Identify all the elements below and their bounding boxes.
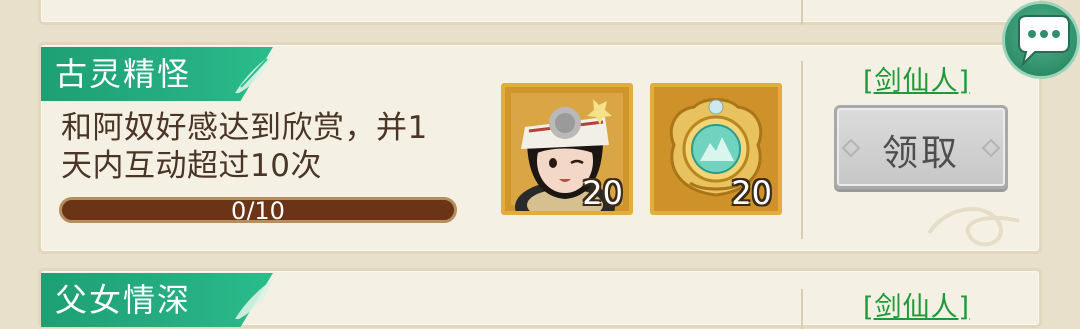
- progress-text: 0/10: [231, 197, 285, 223]
- quest-card: 古灵精怪 和阿奴好感达到欣赏，并1 天内互动超过10次 0/10 20 20 […: [38, 42, 1042, 254]
- quest-description-line: 和阿奴好感达到欣赏，并1: [61, 110, 428, 146]
- quest-card-next: 父女情深 [剑仙人]: [38, 268, 1042, 329]
- reward-item[interactable]: 20: [501, 83, 633, 215]
- leaf-decoration-icon: [235, 279, 273, 319]
- claim-button-label: 领取: [881, 133, 960, 174]
- card-divider: [801, 289, 803, 329]
- quest-progress-bar: 0/10: [59, 197, 457, 223]
- quest-description-line: 天内互动超过10次: [61, 148, 322, 184]
- quest-description: 和阿奴好感达到欣赏，并1 天内互动超过10次: [61, 109, 491, 185]
- reward-count: 20: [582, 174, 623, 212]
- reward-item[interactable]: 20: [650, 83, 782, 215]
- claim-button[interactable]: 领取: [834, 105, 1008, 189]
- source-link[interactable]: [剑仙人]: [863, 59, 970, 98]
- leaf-decoration-icon: [235, 53, 273, 93]
- chat-bubble-icon: [1018, 15, 1070, 68]
- card-divider: [801, 0, 803, 25]
- chat-button[interactable]: [1002, 1, 1080, 79]
- quest-card-previous: [38, 0, 1042, 25]
- reward-count: 20: [731, 174, 772, 212]
- card-divider: [801, 61, 803, 239]
